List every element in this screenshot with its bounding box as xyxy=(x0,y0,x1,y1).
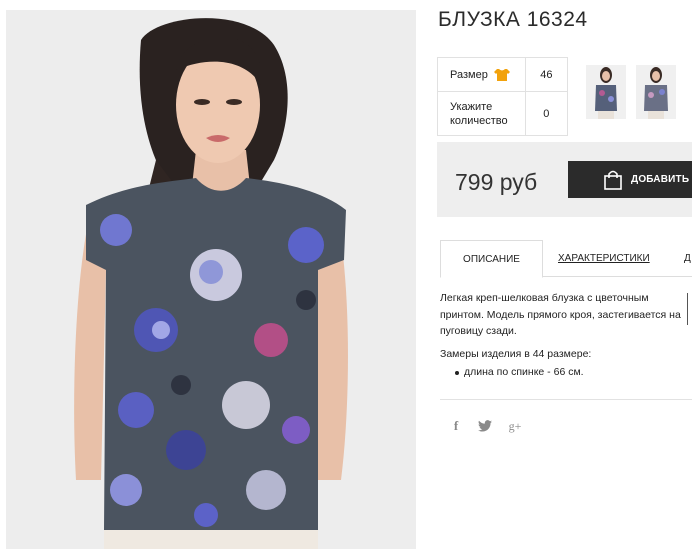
quantity-label-cell: Укажите количество xyxy=(437,91,526,136)
scrollbar[interactable] xyxy=(687,293,688,325)
product-price: 799 руб xyxy=(455,169,538,195)
product-photo-illustration xyxy=(6,10,416,549)
add-to-cart-button[interactable]: ДОБАВИТЬ В xyxy=(568,161,692,198)
quantity-label: Укажите количество xyxy=(450,100,508,127)
product-thumbnail-2[interactable] xyxy=(636,65,676,119)
size-label-cell: Размер xyxy=(437,57,526,92)
quantity-row: Укажите количество 0 xyxy=(437,91,569,136)
google-plus-icon[interactable]: g+ xyxy=(507,418,523,434)
size-value[interactable]: 46 xyxy=(524,57,569,92)
twitter-icon[interactable] xyxy=(477,418,493,434)
product-title: БЛУЗКА 16324 xyxy=(438,8,588,31)
product-main-image[interactable] xyxy=(6,10,416,549)
quantity-value[interactable]: 0 xyxy=(524,91,569,136)
tab-delivery[interactable]: Д xyxy=(684,240,691,277)
tshirt-icon[interactable] xyxy=(493,68,510,82)
shopping-bag-icon xyxy=(604,170,622,190)
measures-title: Замеры изделия в 44 размере: xyxy=(440,347,592,360)
add-to-cart-label: ДОБАВИТЬ В xyxy=(631,174,692,185)
list-item: длина по спинке - 66 см. xyxy=(440,364,690,381)
twitter-bird-glyph xyxy=(478,420,492,432)
product-options-table: Размер 46 Укажите количество 0 xyxy=(437,57,569,136)
product-tabs: ОПИСАНИЕ ХАРАКТЕРИСТИКИ Д xyxy=(440,240,692,278)
price-panel: 799 руб ДОБАВИТЬ В xyxy=(437,142,692,217)
size-label: Размер xyxy=(450,68,488,81)
tab-description[interactable]: ОПИСАНИЕ xyxy=(440,240,543,278)
facebook-icon[interactable]: f xyxy=(448,418,464,434)
size-row: Размер 46 xyxy=(437,57,569,92)
measures-list: длина по спинке - 66 см. xyxy=(440,364,690,381)
product-thumbnail-1[interactable] xyxy=(586,65,626,119)
description-text: Легкая креп-шелковая блузка с цветочным … xyxy=(440,292,681,337)
divider xyxy=(440,399,692,400)
product-description: Легкая креп-шелковая блузка с цветочным … xyxy=(440,290,690,381)
tab-characteristics[interactable]: ХАРАКТЕРИСТИКИ xyxy=(558,240,650,277)
